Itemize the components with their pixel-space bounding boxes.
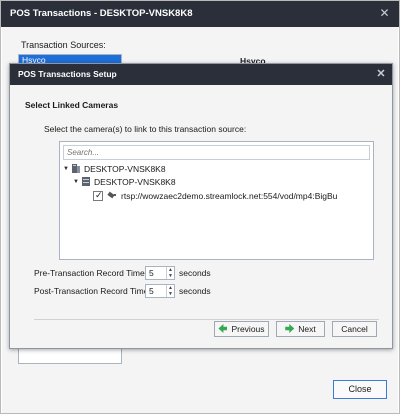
pre-transaction-label: Pre-Transaction Record Time: (34, 268, 148, 278)
dialog-title: POS Transactions Setup ✕ (10, 64, 392, 85)
dialog-title-text: POS Transactions Setup (18, 69, 117, 79)
expand-arrow-icon[interactable]: ▼ (73, 176, 81, 189)
dialog-content: Select Linked Cameras Select the camera(… (10, 85, 392, 348)
post-transaction-label: Post-Transaction Record Time: (34, 286, 151, 296)
tree-node-camera[interactable]: rtsp://wowzaec2demo.streamlock.net:554/v… (93, 189, 338, 203)
server-label: DESKTOP-VNSK8K8 (84, 164, 166, 174)
search-input[interactable] (63, 145, 370, 160)
post-transaction-stepper[interactable]: 5 ▲ ▼ (145, 284, 175, 298)
previous-label: Previous (231, 324, 265, 334)
expand-arrow-icon[interactable]: ▼ (63, 163, 71, 176)
camera-tree: ▼DESKTOP-VNSK8K8 ▼DESKTOP-VNSK8K8 rtsp:/… (59, 141, 374, 260)
cancel-button[interactable]: Cancel (332, 321, 377, 337)
recorder-label: DESKTOP-VNSK8K8 (94, 177, 176, 187)
tree-node-server[interactable]: ▼ DESKTOP-VNSK8K8 (63, 163, 166, 176)
pos-transactions-window: POS Transactions - DESKTOP-VNSK8K8 ✕ Tra… (0, 0, 400, 414)
next-button[interactable]: Next (276, 321, 325, 337)
divider (34, 319, 379, 320)
post-transaction-unit: seconds (179, 286, 211, 296)
tree-node-recorder[interactable]: ▼ DESKTOP-VNSK8K8 (73, 176, 176, 189)
post-transaction-value: 5 (149, 286, 154, 296)
transaction-sources-label: Transaction Sources: (21, 40, 106, 50)
pre-transaction-stepper[interactable]: 5 ▲ ▼ (145, 266, 175, 280)
previous-button[interactable]: Previous (214, 321, 269, 337)
pos-setup-dialog: POS Transactions Setup ✕ Select Linked C… (9, 63, 393, 349)
close-icon[interactable]: ✕ (375, 68, 387, 80)
close-icon[interactable]: ✕ (378, 7, 391, 20)
spinner-arrows-icon[interactable]: ▲ ▼ (166, 267, 174, 279)
next-label: Next (298, 324, 316, 334)
recorder-icon (82, 177, 90, 186)
server-icon (72, 164, 80, 173)
section-title: Select Linked Cameras (25, 100, 119, 110)
close-button[interactable]: Close (333, 380, 387, 399)
spinner-arrows-icon[interactable]: ▲ ▼ (166, 285, 174, 297)
camera-icon (107, 191, 116, 199)
previous-arrow-icon (218, 324, 228, 333)
window-title: POS Transactions - DESKTOP-VNSK8K8 (1, 1, 399, 27)
next-arrow-icon (285, 324, 295, 333)
pre-transaction-unit: seconds (179, 268, 211, 278)
camera-label: rtsp://wowzaec2demo.streamlock.net:554/v… (121, 191, 338, 201)
camera-checkbox[interactable] (93, 189, 103, 202)
pre-transaction-value: 5 (149, 268, 154, 278)
instruction-text: Select the camera(s) to link to this tra… (44, 124, 247, 134)
